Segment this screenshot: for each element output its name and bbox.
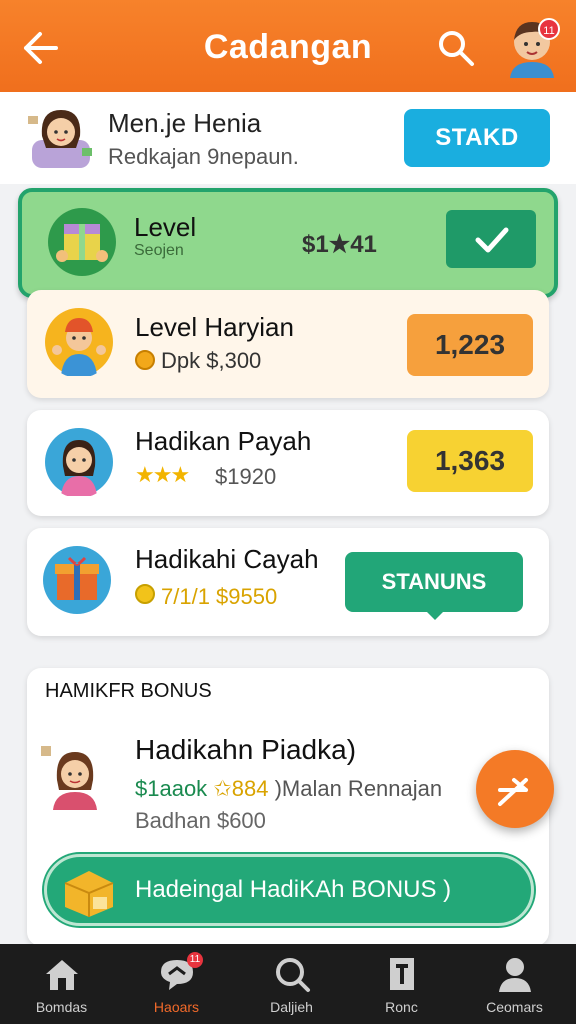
card-amount: $1★41	[302, 231, 377, 258]
bonus-amount: $1aaok	[135, 776, 208, 801]
page-title: Cadangan	[203, 28, 373, 66]
coin-icon	[135, 584, 155, 604]
card-subtitle: 7/1/1 $9550	[161, 584, 278, 609]
user-subtitle: Redkajan 9nepaun.	[108, 144, 299, 169]
level-card-selected[interactable]: Level Seojen $1★41	[18, 188, 558, 298]
level-daily-card[interactable]: Level Haryian Dpk $,300 1,223	[27, 290, 549, 398]
nav-item-search[interactable]: Daljieh	[234, 944, 349, 1024]
gift-box-icon	[43, 546, 111, 614]
bonus-note: )Malan Rennajan	[274, 776, 443, 801]
nav-item-documents[interactable]: Ronc	[344, 944, 459, 1024]
claim-bonus-label: Hadeingal HadiKAh BONUS )	[135, 876, 452, 903]
nav-label: Bomdas	[35, 999, 88, 1015]
nav-label: Ronc	[385, 999, 418, 1015]
reward-card[interactable]: Hadikan Payah ★★★ $1920 1,363	[27, 410, 549, 516]
card-title: Hadikahi Cayah	[135, 544, 319, 574]
reward-card-status[interactable]: Hadikahi Cayah 7/1/1 $9550 STANUNS	[27, 528, 549, 636]
bottom-navigation: Bomdas 11 Haoars Daljieh Ronc Ceomars	[0, 944, 576, 1024]
nav-item-profile[interactable]: Ceomars	[457, 944, 572, 1024]
card-subtitle: Seojen	[134, 242, 184, 259]
card-subtitle: $1920	[215, 464, 277, 489]
card-title: Level	[134, 212, 197, 242]
tooltip-tail	[425, 610, 445, 620]
girl-avatar-icon	[41, 746, 97, 810]
claim-bonus-button[interactable]: Hadeingal HadiKAh BONUS )	[44, 854, 534, 926]
amount-button[interactable]: 1,363	[407, 430, 533, 492]
nav-label: Haoars	[153, 999, 200, 1015]
section-heading: HAMIKFR BONUS	[45, 680, 212, 702]
stake-button[interactable]: STAKD	[404, 109, 550, 167]
bonus-stars: ✩884	[213, 776, 269, 801]
arrow-icon	[498, 778, 528, 806]
notification-badge: 11	[538, 18, 560, 40]
nav-item-messages[interactable]: 11 Haoars	[119, 944, 234, 1024]
coin-icon	[135, 350, 155, 370]
search-icon	[276, 958, 310, 992]
profile-icon	[499, 958, 531, 992]
home-icon	[46, 960, 78, 990]
amount-button[interactable]: 1,223	[407, 314, 533, 376]
user-name: Men.je Henia	[108, 108, 262, 138]
check-icon	[475, 227, 509, 253]
nav-label: Daljieh	[270, 999, 313, 1015]
bonus-detail-line: $1aaok ✩884 )Malan Rennajan	[135, 776, 442, 802]
nav-item-home[interactable]: Bomdas	[4, 944, 119, 1024]
confirm-button[interactable]	[446, 210, 536, 268]
floating-action-button[interactable]	[476, 750, 554, 828]
notification-badge: 11	[187, 952, 203, 968]
user-summary: Men.je Henia Redkajan 9nepaun. STAKD	[0, 92, 576, 184]
status-button[interactable]: STANUNS	[345, 552, 523, 612]
card-title: Hadikan Payah	[135, 426, 312, 456]
girl-avatar-icon	[45, 428, 113, 496]
user-avatar	[28, 110, 92, 168]
worker-avatar-icon	[45, 308, 113, 376]
bonus-title: Hadikahn Piadka)	[135, 734, 357, 765]
document-icon	[390, 958, 414, 990]
app-header: Cadangan 11	[0, 0, 576, 92]
bonus-subtitle: Badhan $600	[135, 808, 266, 833]
gift-box-icon	[48, 208, 116, 276]
bonus-section: HAMIKFR BONUS Hadikahn Piadka) $1aaok ✩8…	[27, 668, 549, 946]
box-icon	[64, 871, 114, 917]
card-title: Level Haryian	[135, 312, 294, 342]
card-subtitle: Dpk $,300	[161, 348, 262, 373]
search-icon[interactable]	[434, 26, 478, 70]
rating-stars-icon: ★★★	[135, 462, 190, 487]
nav-label: Ceomars	[486, 999, 543, 1015]
